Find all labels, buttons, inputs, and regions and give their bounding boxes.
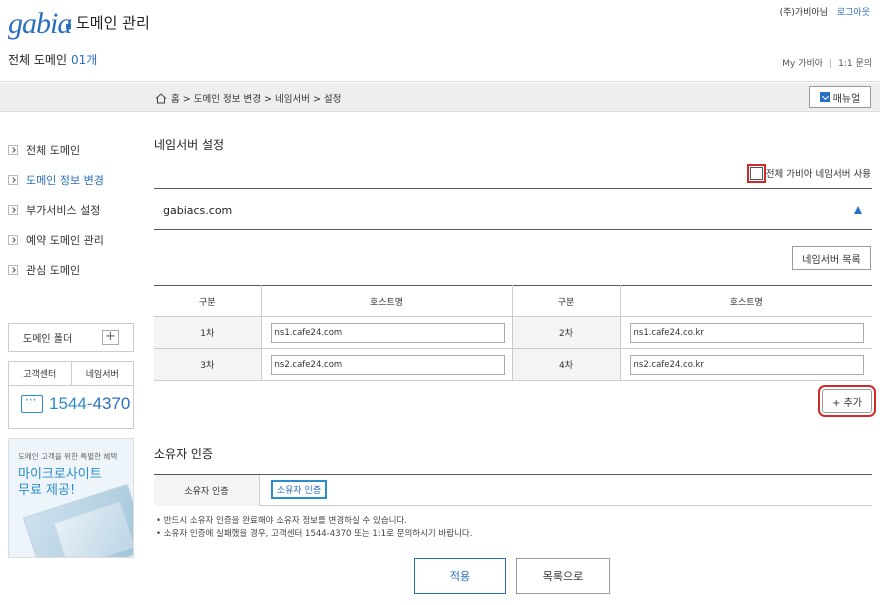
sidebar-item-domain-info[interactable]: 도메인 정보 변경 xyxy=(8,165,134,195)
domain-row[interactable]: gabiacs.com xyxy=(154,188,872,230)
breadcrumb: 홈 > 도메인 정보 변경 > 네임서버 > 설정 xyxy=(155,91,341,105)
promo-title: 마이크로사이트 무료 제공! xyxy=(18,467,102,499)
sidebar-item-all-domains[interactable]: 전체 도메인 xyxy=(8,135,134,165)
nameserver-section-title: 네임서버 설정 xyxy=(154,138,225,152)
sub-links: My 가비아 | 1:1 문의 xyxy=(782,56,872,69)
user-name: (주)가비아님 xyxy=(779,8,828,18)
header: gabia 도메인 관리 (주)가비아님 로그아웃 전체 도메인 01개 My 가… xyxy=(0,0,880,82)
total-count[interactable]: 01개 xyxy=(71,53,97,67)
chevron-right-icon xyxy=(8,205,18,215)
domain-folder[interactable]: 도메인 폴더 + xyxy=(8,323,134,352)
ns-cell xyxy=(261,348,513,381)
sidebar-item-label: 관심 도메인 xyxy=(26,264,81,277)
tab-nameserver[interactable]: 네임서버 xyxy=(72,362,134,385)
ns3-input[interactable] xyxy=(270,354,505,375)
owner-auth-button[interactable]: 소유자 인증 xyxy=(271,480,327,499)
phone-suffix: 4370 xyxy=(92,394,131,413)
sidebar-item-label: 예약 도메인 관리 xyxy=(26,234,104,247)
owner-notes: 반드시 소유자 인증을 완료해야 소유자 정보를 변경하실 수 있습니다. 소유… xyxy=(156,515,473,541)
column-header: 호스트명 xyxy=(620,285,872,317)
ns-cell xyxy=(261,316,513,349)
ns2-input[interactable] xyxy=(629,322,864,343)
sidebar-nav: 전체 도메인 도메인 정보 변경 부가서비스 설정 예약 도메인 관리 관심 도… xyxy=(8,135,134,285)
sidebar-item-addon-services[interactable]: 부가서비스 설정 xyxy=(8,195,134,225)
logo-dot xyxy=(66,24,71,29)
note-item: 소유자 인증에 실패했을 경우, 고객센터 1544-4370 또는 1:1로 … xyxy=(156,528,473,541)
total-domains: 전체 도메인 01개 xyxy=(8,51,97,68)
phone-prefix: 1544- xyxy=(49,394,93,413)
my-gabia-link[interactable]: My 가비아 xyxy=(782,59,823,69)
support-box: 고객센터 네임서버 1544-4370 xyxy=(8,361,134,429)
manual-button[interactable]: 매뉴얼 xyxy=(809,86,871,108)
sidebar-item-watched-domains[interactable]: 관심 도메인 xyxy=(8,255,134,285)
ns-order-label: 1차 xyxy=(154,316,262,349)
column-header: 구분 xyxy=(154,285,262,317)
chat-icon xyxy=(21,393,43,413)
logout-link[interactable]: 로그아웃 xyxy=(837,8,870,18)
promo-line1: 마이크로사이트 xyxy=(18,467,102,482)
sidebar-item-label: 전체 도메인 xyxy=(26,144,81,157)
column-header: 호스트명 xyxy=(261,285,513,317)
owner-section-title: 소유자 인증 xyxy=(154,447,214,461)
apply-button[interactable]: 적용 xyxy=(414,558,506,594)
nameserver-list-button[interactable]: 네임서버 목록 xyxy=(792,246,871,270)
table-header-row: 구분 호스트명 구분 호스트명 xyxy=(154,285,872,317)
top-links: (주)가비아님 로그아웃 xyxy=(780,5,870,18)
ns-order-label: 4차 xyxy=(512,348,621,381)
app-title: 도메인 관리 xyxy=(76,14,150,32)
table-row: 1차 2차 xyxy=(154,316,872,349)
tab-customer-center[interactable]: 고객센터 xyxy=(9,362,72,385)
domain-folder-label: 도메인 폴더 xyxy=(23,334,73,345)
domain-name: gabiacs.com xyxy=(163,204,233,217)
ns-order-label: 2차 xyxy=(512,316,621,349)
note-item: 반드시 소유자 인증을 완료해야 소유자 정보를 변경하실 수 있습니다. xyxy=(156,515,472,528)
promo-subtitle: 도메인 고객을 위한 특별한 혜택 xyxy=(18,452,118,461)
chevron-right-icon xyxy=(8,145,18,155)
link-separator: | xyxy=(829,59,833,69)
breadcrumb-bar: 홈 > 도메인 정보 변경 > 네임서버 > 설정 매뉴얼 xyxy=(0,83,880,112)
breadcrumb-text: 홈 > 도메인 정보 변경 > 네임서버 > 설정 xyxy=(171,94,342,105)
support-tabs: 고객센터 네임서버 xyxy=(9,362,133,386)
ns-cell xyxy=(620,348,872,381)
owner-auth-label: 소유자 인증 xyxy=(154,475,260,506)
ns-cell xyxy=(620,316,872,349)
ns4-input[interactable] xyxy=(629,354,864,375)
sidebar-item-reserved-domains[interactable]: 예약 도메인 관리 xyxy=(8,225,134,255)
use-all-gabia-ns-checkbox[interactable] xyxy=(746,163,766,183)
use-all-gabia-ns-label: 전체 가비아 네임서버 사용 xyxy=(765,169,871,180)
chevron-right-icon xyxy=(8,235,18,245)
owner-auth-row: 소유자 인증 소유자 인증 xyxy=(154,474,872,506)
inquiry-link[interactable]: 1:1 문의 xyxy=(838,59,872,69)
manual-icon xyxy=(819,92,830,102)
sidebar-item-label: 부가서비스 설정 xyxy=(26,204,101,217)
home-icon[interactable] xyxy=(155,92,167,104)
back-to-list-button[interactable]: 목록으로 xyxy=(516,558,610,594)
chevron-right-icon xyxy=(8,265,18,275)
gabia-logo[interactable]: gabia xyxy=(8,7,72,41)
chevron-right-icon xyxy=(8,175,18,185)
manual-label: 매뉴얼 xyxy=(832,93,861,105)
ns-order-label: 3차 xyxy=(154,348,262,381)
collapse-triangle-icon[interactable] xyxy=(854,206,862,214)
sidebar-item-label: 도메인 정보 변경 xyxy=(26,174,104,187)
table-row: 3차 4차 xyxy=(154,348,872,381)
column-header: 구분 xyxy=(512,285,621,317)
total-label: 전체 도메인 xyxy=(8,53,68,67)
nameserver-table: 구분 호스트명 구분 호스트명 1차 2차 3차 4차 xyxy=(154,285,872,381)
promo-banner[interactable]: 도메인 고객을 위한 특별한 혜택 마이크로사이트 무료 제공! xyxy=(8,438,134,558)
ns1-input[interactable] xyxy=(270,322,505,343)
add-nameserver-button[interactable]: + 추가 xyxy=(818,385,876,417)
phone-number: 1544-4370 xyxy=(49,394,130,414)
use-all-gabia-ns[interactable]: 전체 가비아 네임서버 사용 xyxy=(746,163,871,183)
promo-line2: 무료 제공! xyxy=(18,483,76,498)
support-phone: 1544-4370 xyxy=(9,386,133,414)
add-folder-button[interactable]: + xyxy=(102,330,119,345)
